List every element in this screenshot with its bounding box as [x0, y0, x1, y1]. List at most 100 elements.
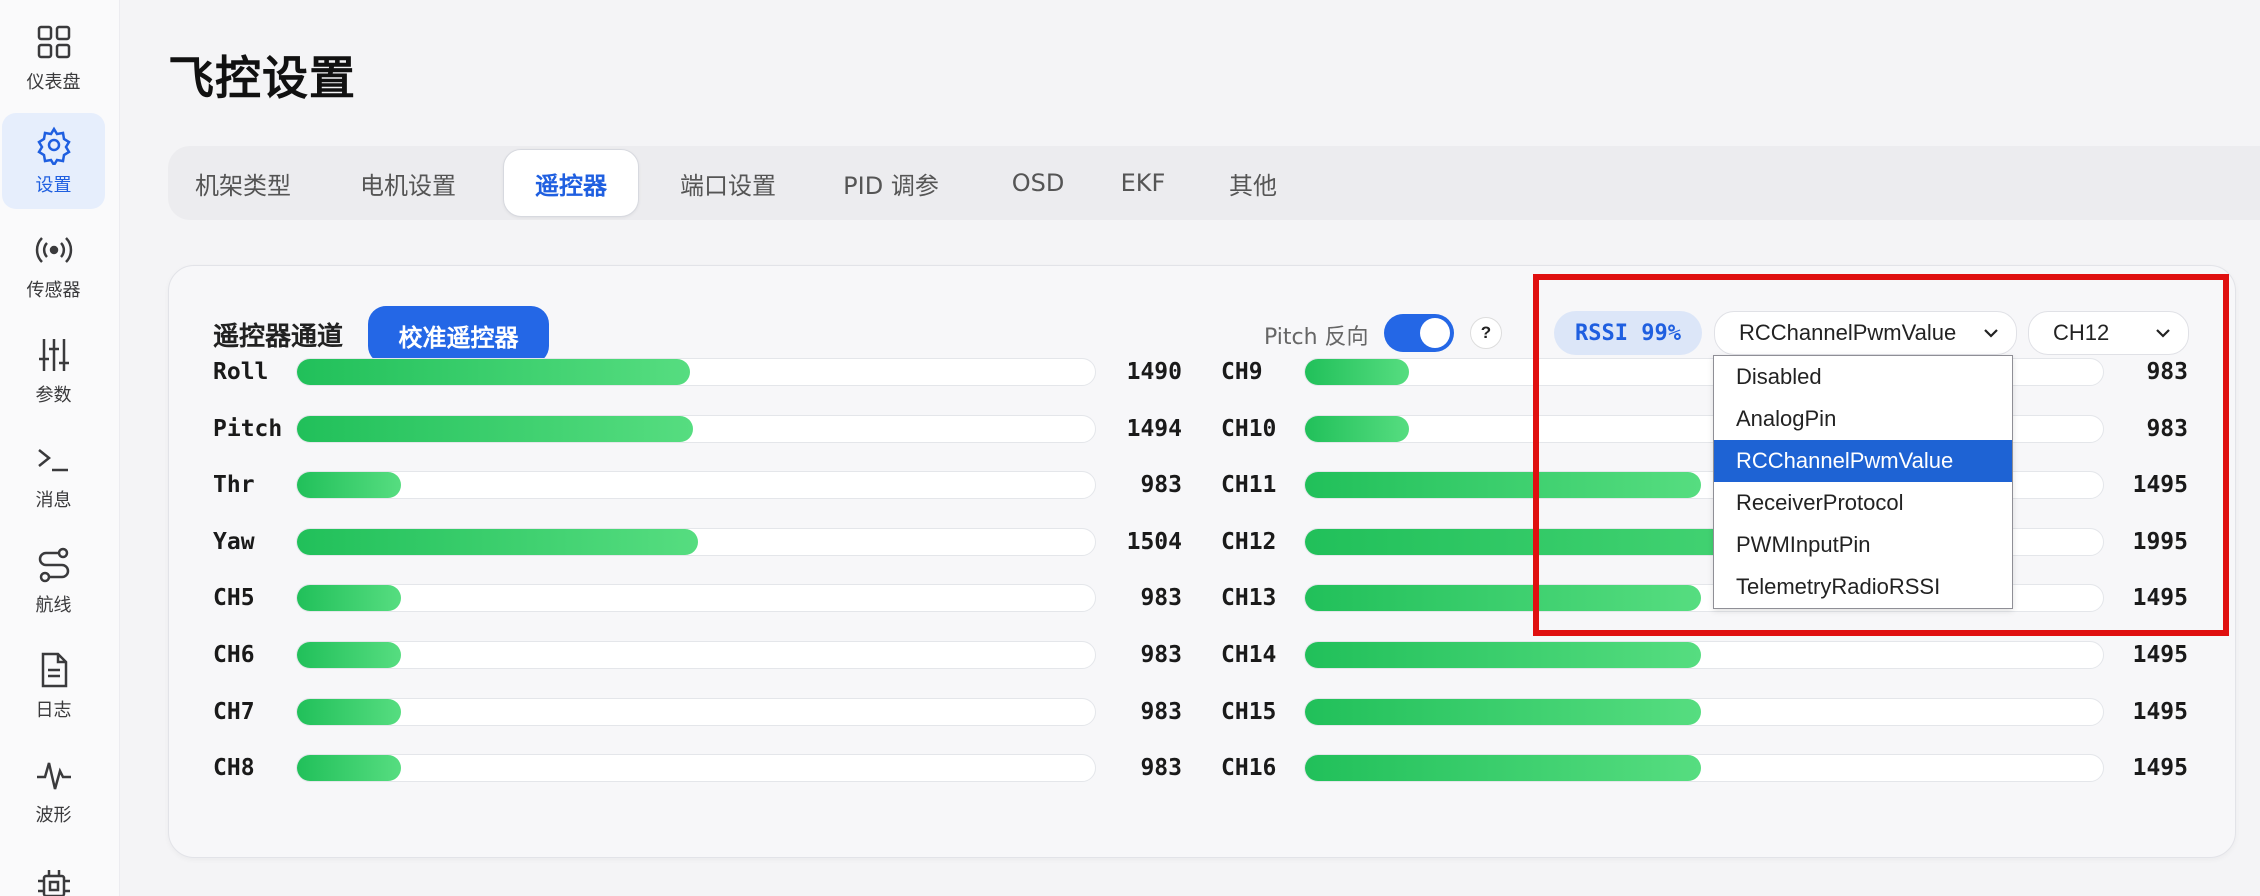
channel-bar-fill [1305, 415, 1409, 442]
dropdown-option-selected[interactable]: RCChannelPwmValue [1714, 440, 2012, 482]
channel-label: Yaw [213, 528, 255, 555]
tab-remote-control[interactable]: 遥控器 [503, 149, 639, 217]
dropdown-option[interactable]: TelemetryRadioRSSI [1714, 566, 2012, 608]
channel-value: 983 [1140, 585, 1182, 612]
channel-label: CH15 [1221, 698, 1277, 725]
nav-label: 波形 [35, 805, 72, 826]
channel-bar-fill [1305, 359, 1409, 385]
card-title: 遥控器通道 [213, 322, 344, 352]
channel-value: 983 [2146, 415, 2188, 442]
channel-label: CH12 [1221, 528, 1277, 555]
nav-item-logs[interactable]: 日志 [2, 638, 105, 734]
channel-value: 1495 [2132, 472, 2188, 499]
channel-label: CH16 [1221, 755, 1277, 782]
nav-item-messages[interactable]: 消息 [2, 428, 105, 524]
channel-bar [296, 358, 1096, 386]
tab-ekf[interactable]: EKF [1098, 146, 1188, 220]
rssi-channel-select[interactable]: CH12 [2028, 311, 2189, 355]
channel-value: 983 [1140, 698, 1182, 725]
channel-bar [296, 414, 1096, 443]
channel-bar [296, 641, 1096, 669]
dropdown-option[interactable]: AnalogPin [1714, 398, 2012, 440]
chip-icon [37, 870, 70, 896]
channel-value: 1490 [1126, 359, 1182, 385]
channel-value: 1995 [2132, 528, 2188, 555]
tab-pid-tuning[interactable]: PID 调参 [816, 146, 966, 220]
channel-label: CH7 [213, 698, 255, 725]
rssi-source-value: RCChannelPwmValue [1739, 320, 1957, 345]
channel-value: 1494 [1126, 415, 1182, 442]
channel-bar-fill [1305, 698, 1701, 725]
nav-item-sensors[interactable]: 传感器 [2, 218, 105, 314]
sliders-icon [38, 339, 69, 371]
dropdown-option[interactable]: PWMInputPin [1714, 524, 2012, 566]
channel-value: 983 [1140, 472, 1182, 499]
calibrate-remote-button[interactable]: 校准遥控器 [368, 306, 549, 364]
rssi-source-dropdown: Disabled AnalogPin RCChannelPwmValue Rec… [1713, 355, 2013, 609]
pitch-reverse-toggle[interactable] [1384, 314, 1454, 352]
channel-value: 983 [2146, 359, 2188, 385]
tab-other[interactable]: 其他 [1208, 146, 1298, 220]
channel-value: 983 [1140, 642, 1182, 668]
rssi-badge: RSSI 99% [1554, 311, 1702, 355]
nav-item-route[interactable]: 航线 [2, 533, 105, 629]
channel-bar-fill [297, 585, 401, 612]
channel-bar-fill [297, 698, 401, 725]
channel-bar-fill [297, 642, 401, 668]
channel-value: 1495 [2132, 698, 2188, 725]
channel-bar [1304, 754, 2104, 783]
help-icon[interactable]: ? [1470, 317, 1502, 349]
tab-frame-type[interactable]: 机架类型 [168, 146, 318, 220]
channel-label: CH5 [213, 585, 255, 612]
channel-bar [296, 527, 1096, 556]
gear-icon [36, 126, 71, 165]
channel-bar-fill [1305, 472, 1701, 499]
sidebar: 仪表盘 设置 传感器 参数 消息 航线 日志 波形 [0, 0, 120, 896]
channel-bar [1304, 697, 2104, 726]
nav-item-dashboard[interactable]: 仪表盘 [2, 10, 105, 106]
channel-label: CH11 [1221, 472, 1277, 499]
dropdown-option[interactable]: Disabled [1714, 356, 2012, 398]
channel-bar-fill [297, 415, 693, 442]
nav-item-waveform[interactable]: 波形 [2, 743, 105, 839]
channel-label: CH14 [1221, 642, 1277, 668]
channel-label: Roll [213, 359, 269, 385]
channel-value: 1504 [1126, 528, 1182, 555]
terminal-prompt-icon [37, 449, 68, 472]
channel-bar [296, 471, 1096, 500]
channel-bar-fill [297, 359, 690, 385]
nav-label: 日志 [35, 700, 72, 721]
tab-motor-settings[interactable]: 电机设置 [333, 146, 483, 220]
channel-value: 1495 [2132, 642, 2188, 668]
channel-bar-fill [1305, 755, 1701, 782]
rssi-source-select[interactable]: RCChannelPwmValue [1714, 311, 2017, 355]
channel-label: CH10 [1221, 415, 1277, 442]
nav-label: 消息 [35, 490, 72, 511]
channel-bar-fill [1305, 642, 1701, 668]
radio-signal-icon [35, 237, 72, 263]
channel-bar [296, 754, 1096, 783]
document-icon [41, 652, 67, 688]
channel-label: CH8 [213, 755, 255, 782]
channel-bar-fill [297, 528, 698, 555]
toggle-knob [1420, 318, 1450, 348]
channel-label: Thr [213, 472, 255, 499]
channel-value: 1495 [2132, 585, 2188, 612]
nav-label: 参数 [35, 385, 72, 406]
rssi-channel-value: CH12 [2053, 320, 2110, 345]
route-icon [38, 547, 69, 583]
tab-port-settings[interactable]: 端口设置 [658, 146, 798, 220]
nav-item-settings[interactable]: 设置 [2, 113, 105, 209]
channel-bar-fill [297, 755, 401, 782]
nav-item-hardware[interactable] [2, 848, 105, 896]
channel-bar [1304, 641, 2104, 669]
dropdown-option[interactable]: ReceiverProtocol [1714, 482, 2012, 524]
channel-label: CH9 [1221, 359, 1263, 385]
pitch-reverse-label: Pitch 反向 [1264, 325, 1369, 350]
channel-label: CH13 [1221, 585, 1277, 612]
nav-item-params[interactable]: 参数 [2, 323, 105, 419]
nav-label: 仪表盘 [26, 72, 81, 93]
nav-label: 航线 [35, 595, 72, 616]
tab-osd[interactable]: OSD [988, 146, 1088, 220]
channel-value: 1495 [2132, 755, 2188, 782]
